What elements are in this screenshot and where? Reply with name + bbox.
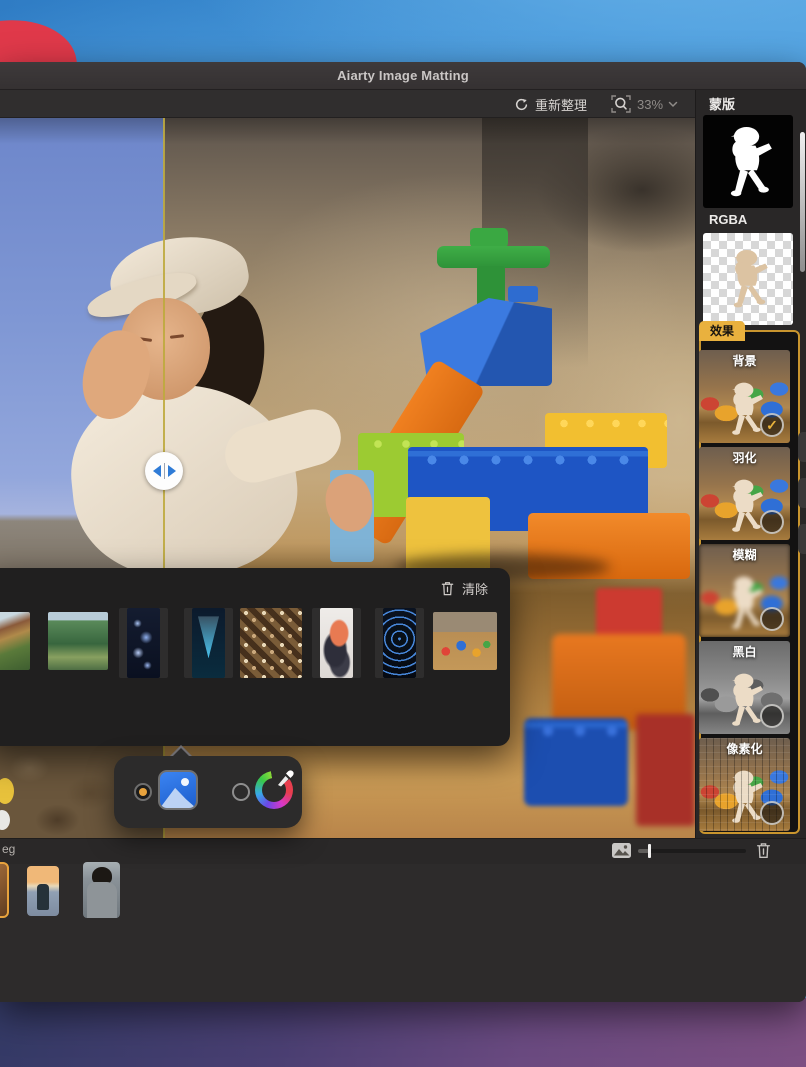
eyedropper-icon: [274, 767, 296, 789]
rgba-preview[interactable]: [703, 233, 793, 325]
delete-image-button[interactable]: [755, 841, 772, 860]
split-arrow-left-icon: [153, 465, 161, 477]
lego-blue-block-floor: [524, 718, 628, 806]
effect-label: 像素化: [699, 740, 790, 757]
window-title: Aiarty Image Matting: [337, 68, 469, 83]
zoom-control[interactable]: 33%: [610, 93, 678, 115]
effect-toggle[interactable]: [760, 607, 784, 631]
effect-label: 黑白: [699, 643, 790, 660]
filmstrip-thumb-jacket[interactable]: [83, 862, 120, 918]
mask-silhouette: [710, 121, 786, 203]
desktop: Aiarty Image Matting 重新整理 33%: [0, 0, 806, 1067]
effect-label: 模糊: [699, 546, 790, 563]
effect-item-blackwhite[interactable]: 黑白: [699, 641, 790, 734]
effect-item-background[interactable]: 背景 ✓: [699, 350, 790, 443]
image-background-icon[interactable]: [158, 770, 198, 810]
bg-thumb-cats-collage[interactable]: [240, 608, 302, 678]
split-divider-icon: [164, 463, 165, 479]
bg-thumb-lego-room[interactable]: [433, 612, 497, 670]
canvas-top-vignette: [0, 118, 695, 144]
zoom-value: 33%: [637, 97, 663, 112]
background-type-popover: [114, 756, 302, 828]
compare-split-handle[interactable]: [145, 452, 183, 490]
effect-toggle[interactable]: [760, 801, 784, 825]
bg-thumb-blue-bokeh[interactable]: [127, 608, 160, 678]
toolbar: 重新整理 33%: [0, 90, 695, 118]
filmstrip: [0, 864, 806, 1002]
radio-color-background[interactable]: [232, 783, 250, 801]
titlebar[interactable]: Aiarty Image Matting: [0, 62, 806, 90]
panel-scrollbar[interactable]: [800, 132, 805, 272]
color-background-icon[interactable]: [254, 770, 294, 810]
radio-image-background[interactable]: [134, 783, 152, 801]
background-picker-panel: 清除: [0, 568, 510, 746]
bg-thumb-blue-rings[interactable]: [383, 608, 416, 678]
clear-backgrounds-button[interactable]: 清除: [440, 579, 488, 598]
trash-icon: [440, 580, 455, 597]
effect-toggle[interactable]: [760, 704, 784, 728]
bg-thumb-autumn-landscape[interactable]: [0, 612, 30, 670]
panel-edge-tab: [798, 432, 806, 462]
slider-thumb[interactable]: [648, 844, 651, 858]
filmstrip-thumb-current-selected[interactable]: [0, 862, 9, 918]
effect-item-pixelate[interactable]: 像素化: [699, 738, 790, 831]
bg-thumb-light-beam[interactable]: [192, 608, 225, 678]
bottom-bar: eg: [0, 838, 806, 864]
lego-propeller-knob: [470, 228, 508, 248]
chevron-down-icon: [668, 100, 678, 108]
thumbnail-size-icon[interactable]: [611, 842, 632, 859]
filmstrip-thumb-sunset[interactable]: [27, 866, 59, 916]
refresh-icon: [514, 97, 529, 112]
magnifier-icon: [610, 93, 632, 115]
clear-label: 清除: [462, 579, 488, 598]
rgba-cutout: [717, 245, 779, 313]
effect-toggle-checked[interactable]: ✓: [760, 413, 784, 437]
effect-item-feather[interactable]: 羽化: [699, 447, 790, 540]
effect-label: 羽化: [699, 449, 790, 466]
refresh-label: 重新整理: [535, 95, 587, 114]
lego-darkred-block-floor: [636, 714, 695, 826]
refresh-button[interactable]: 重新整理: [514, 93, 587, 115]
thumbnail-size-slider[interactable]: [638, 849, 746, 853]
effect-label: 背景: [699, 352, 790, 369]
rgba-section-label: RGBA: [709, 212, 747, 227]
mask-section-label: 蒙版: [709, 94, 735, 113]
desktop-wallpaper-bottom: [0, 998, 806, 1067]
filename-fragment: eg: [2, 842, 15, 856]
panel-edge-tab: [798, 478, 806, 508]
effect-item-blur[interactable]: 模糊: [699, 544, 790, 637]
right-panel: 蒙版 RGBA 效果 背景 ✓ 羽化: [695, 90, 806, 838]
bg-thumb-abstract-light[interactable]: [320, 608, 353, 678]
bg-thumb-river-valley[interactable]: [48, 612, 108, 670]
lego-propeller-bar: [437, 246, 550, 268]
panel-edge-tab: [798, 524, 806, 554]
lego-blue-stud: [508, 286, 538, 302]
effect-toggle[interactable]: [760, 510, 784, 534]
effects-tab[interactable]: 效果: [699, 321, 745, 341]
split-arrow-right-icon: [168, 465, 176, 477]
mask-preview[interactable]: [703, 115, 793, 208]
lego-red-block-floor: [596, 588, 662, 640]
